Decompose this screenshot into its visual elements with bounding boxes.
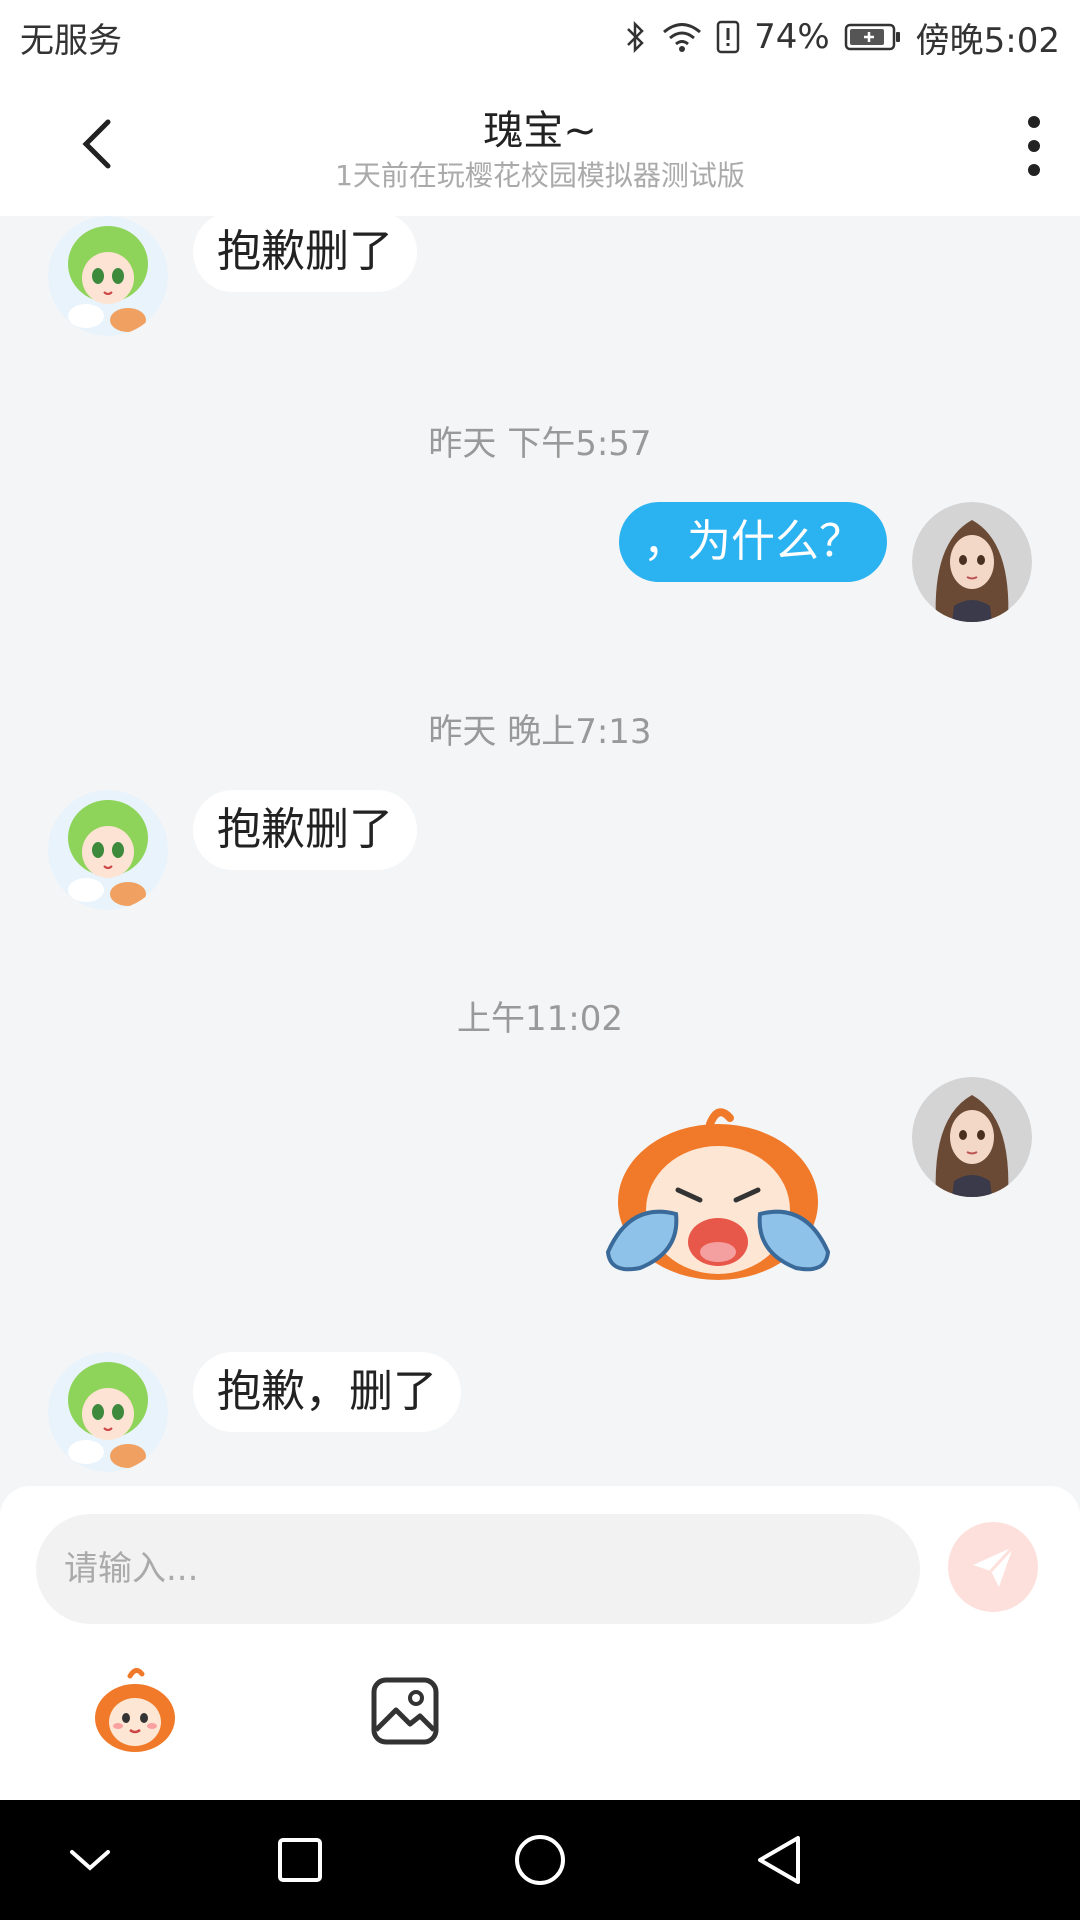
avatar[interactable]: [912, 502, 1032, 622]
home-icon: [515, 1835, 565, 1885]
bluetooth-icon: [627, 20, 644, 54]
avatar[interactable]: [912, 1077, 1032, 1197]
input-panel: [0, 1486, 1080, 1800]
message-timestamp: 昨天 晚上7:13: [428, 712, 652, 752]
contact-name: 瑰宝~: [483, 108, 597, 154]
avatar[interactable]: [48, 216, 168, 336]
contact-status: 1天前在玩樱花校园模拟器测试版: [335, 159, 745, 192]
collapse-button[interactable]: [60, 1830, 120, 1890]
back-icon: [758, 1836, 800, 1884]
message-timestamp: 上午11:02: [457, 999, 623, 1039]
message-bubble[interactable]: 抱歉删了: [193, 790, 417, 870]
collapse-icon: [70, 1850, 110, 1871]
status-icons: 74% 傍晚5:02: [624, 13, 1060, 62]
message-bubble[interactable]: 抱歉删了: [193, 216, 417, 292]
sticker-picker-icon: [95, 1668, 175, 1752]
sticker-button[interactable]: [90, 1666, 180, 1756]
avatar[interactable]: [48, 790, 168, 910]
battery-percent: 74%: [754, 17, 830, 57]
send-icon: [973, 1545, 1015, 1587]
recents-icon: [278, 1838, 322, 1882]
image-button[interactable]: [370, 1676, 440, 1746]
green-hair-girl-avatar: [48, 216, 168, 336]
sticker-message[interactable]: [590, 1102, 846, 1296]
green-hair-girl-avatar: [48, 1352, 168, 1472]
avatar[interactable]: [48, 1352, 168, 1472]
carrier-label: 无服务: [20, 20, 122, 61]
green-hair-girl-avatar: [48, 790, 168, 910]
status-bar: 无服务 74% 傍晚5:02: [0, 0, 1080, 74]
alert-icon: [716, 20, 740, 54]
crying-mascot-sticker: [605, 1108, 831, 1280]
brown-hair-girl-avatar: [912, 502, 1032, 622]
message-bubble[interactable]: ，为什么？: [619, 502, 887, 582]
message-bubble[interactable]: 抱歉，删了: [193, 1352, 461, 1432]
recents-button[interactable]: [270, 1830, 330, 1890]
more-button[interactable]: [1000, 114, 1060, 178]
clock: 傍晚5:02: [915, 20, 1060, 61]
message-list[interactable]: 抱歉删了 昨天 下午5:57 ，为什么？ 昨天 晚上7:13 抱歉删了 上午11…: [0, 216, 1080, 1486]
send-button[interactable]: [948, 1522, 1038, 1612]
more-vertical-icon: [1028, 116, 1040, 176]
chat-header: 瑰宝~ 1天前在玩樱花校园模拟器测试版: [0, 74, 1080, 216]
image-picker-icon: [371, 1677, 439, 1745]
message-input[interactable]: [36, 1514, 920, 1624]
home-button[interactable]: [510, 1830, 570, 1890]
brown-hair-girl-avatar: [912, 1077, 1032, 1197]
battery-icon: [844, 23, 900, 51]
back-nav-button[interactable]: [750, 1830, 810, 1890]
navigation-bar: [0, 1800, 1080, 1920]
wifi-icon: [663, 23, 702, 52]
message-timestamp: 昨天 下午5:57: [428, 424, 652, 464]
